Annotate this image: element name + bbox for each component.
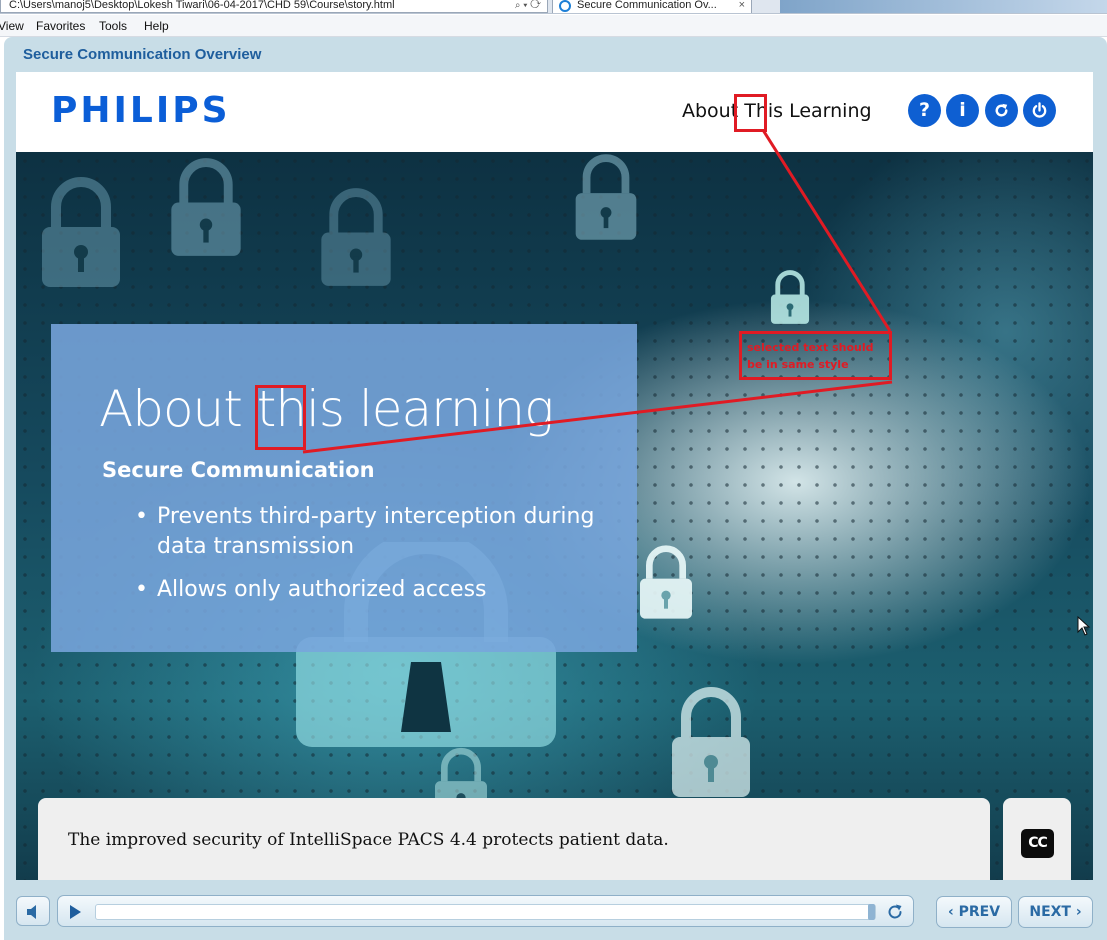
prev-button[interactable]: ‹ PREV [936,896,1012,928]
speaker-icon [27,905,36,919]
chevron-left-icon: ‹ [947,904,959,920]
control-bar: ‹ PREV NEXT › [4,880,1107,940]
play-button[interactable] [70,905,81,919]
next-label: NEXT [1029,904,1071,920]
seekbar [57,895,914,927]
annotation-note: selected text should be in same style [739,331,892,380]
closed-captions-button[interactable]: CC [1021,829,1054,858]
replay-icon[interactable] [885,902,905,922]
cc-panel: CC [1003,798,1071,880]
prev-label: PREV [958,904,1001,920]
volume-button[interactable] [16,896,50,926]
progress-track[interactable] [95,904,876,920]
next-button[interactable]: NEXT › [1018,896,1093,928]
mouse-cursor-icon [1077,616,1091,636]
progress-thumb[interactable] [868,904,875,920]
caption-panel: The improved security of IntelliSpace PA… [38,798,990,880]
chevron-right-icon: › [1070,904,1082,920]
caption-text: The improved security of IntelliSpace PA… [68,830,669,850]
